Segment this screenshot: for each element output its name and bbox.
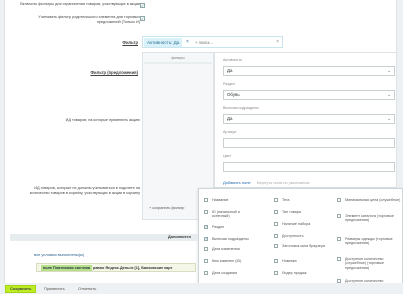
chooser-checkbox[interactable] bbox=[204, 259, 208, 263]
apply-button[interactable]: Применить bbox=[44, 285, 65, 293]
chooser-item[interactable]: Элемент каталога (торговые предложения) bbox=[345, 214, 401, 223]
cancel-button[interactable]: Отменить bbox=[78, 285, 96, 293]
chooser-item[interactable]: Дата создания bbox=[212, 271, 258, 275]
chooser-item[interactable]: Доступное количество (служебное) (торгов… bbox=[345, 257, 401, 270]
enable-filters-label: Включить фильтры для ограничения товаров… bbox=[20, 2, 140, 6]
chooser-checkbox[interactable] bbox=[337, 198, 341, 202]
chooser-item[interactable]: Наличие набора bbox=[282, 222, 328, 226]
chooser-checkbox[interactable] bbox=[337, 214, 341, 218]
filter-tag-close-icon[interactable]: × bbox=[186, 37, 189, 47]
chooser-checkbox[interactable] bbox=[274, 222, 278, 226]
field-label-subsections: Включая подразделы bbox=[223, 106, 259, 110]
chooser-checkbox[interactable] bbox=[274, 244, 278, 248]
filter-label: Фильтр bbox=[122, 40, 138, 45]
chooser-checkbox[interactable] bbox=[274, 271, 278, 275]
filter-tag-text: Активность: Да bbox=[147, 40, 180, 45]
chooser-checkbox[interactable] bbox=[337, 237, 341, 241]
condition-field-tag: поле Платежная система bbox=[41, 265, 92, 271]
chooser-checkbox[interactable] bbox=[204, 247, 208, 251]
chevron-down-icon: ⌄ bbox=[387, 92, 391, 97]
chooser-item[interactable]: Дата изменения bbox=[212, 247, 258, 251]
product-ids-label: ИД товаров, на которые применить акцию bbox=[65, 118, 140, 122]
field-value-subsections: Да bbox=[227, 116, 233, 121]
field-select-section[interactable]: Обувь ⌄ bbox=[223, 90, 395, 100]
offers-filter-label: Фильтр (предложения) bbox=[90, 70, 138, 75]
chooser-checkbox[interactable] bbox=[274, 198, 278, 202]
chooser-checkbox[interactable] bbox=[274, 259, 278, 263]
field-select-subsections[interactable]: Да ⌄ bbox=[223, 114, 395, 124]
chooser-checkbox[interactable] bbox=[274, 210, 278, 214]
chooser-item[interactable]: Лидер продаж bbox=[282, 271, 328, 275]
chooser-item[interactable]: Тега bbox=[282, 198, 328, 202]
chooser-item[interactable]: Тип товара bbox=[282, 210, 328, 214]
field-input-color[interactable] bbox=[223, 162, 395, 172]
field-select-active[interactable]: Да ⌄ bbox=[223, 66, 395, 76]
chooser-checkbox[interactable] bbox=[204, 198, 208, 202]
parent-filter-checkbox[interactable]: ✓ bbox=[140, 16, 145, 21]
chooser-checkbox[interactable] bbox=[337, 257, 341, 261]
chooser-item[interactable]: Раздел bbox=[212, 225, 258, 229]
all-conditions-link[interactable]: все условия выполнены(ы) bbox=[34, 252, 84, 257]
chooser-checkbox[interactable]: ✓ bbox=[204, 225, 208, 229]
field-label-active: Активность bbox=[223, 58, 242, 62]
parent-filter-label: Учитывать фильтр родительского элемента … bbox=[38, 15, 140, 24]
condition-row[interactable]: поле Платежная система равно Яндекс.День… bbox=[36, 263, 196, 272]
chooser-item[interactable]: Заголовок окна браузера bbox=[282, 244, 328, 248]
filter-input-box[interactable]: Активность: Да × × bbox=[142, 36, 283, 48]
chooser-item[interactable]: Новинка bbox=[282, 259, 328, 263]
filter-clear-icon[interactable]: × bbox=[276, 37, 279, 47]
section-title: Дополнител bbox=[168, 235, 192, 239]
reset-fields-link[interactable]: Вернуть поля по умолчанию bbox=[257, 180, 310, 185]
field-label-color: Цвет bbox=[223, 154, 232, 158]
chooser-item[interactable]: Минимальная цена (служебное) bbox=[345, 198, 401, 202]
chooser-item[interactable]: Размеры одежды (торговые предложения) bbox=[345, 237, 401, 246]
save-filter-button[interactable]: + сохранить фильтр bbox=[149, 206, 184, 210]
field-label-section: Раздел bbox=[223, 82, 235, 86]
chooser-checkbox[interactable] bbox=[274, 234, 278, 238]
chevron-down-icon: ⌄ bbox=[387, 68, 391, 73]
add-field-link[interactable]: Добавить поле bbox=[223, 180, 251, 185]
enable-filters-checkbox[interactable]: ✓ bbox=[140, 3, 145, 8]
chooser-item[interactable]: ID (начальный и конечный) bbox=[212, 210, 256, 219]
field-value-active: Да bbox=[227, 68, 233, 73]
save-button[interactable]: Сохранить bbox=[5, 285, 37, 293]
saved-filters-title: фильтры bbox=[171, 56, 185, 60]
saved-filters-divider bbox=[144, 62, 212, 64]
filter-fields-panel: Активность Да ⌄ Раздел Обувь ⌄ Включая под… bbox=[214, 52, 397, 188]
chooser-item[interactable]: Кем изменен (ID) bbox=[212, 259, 258, 263]
field-label-article: Артикул bbox=[223, 130, 237, 134]
chevron-down-icon: ⌄ bbox=[387, 116, 391, 121]
field-value-section: Обувь bbox=[227, 92, 240, 97]
filter-tag-active[interactable]: Активность: Да bbox=[144, 38, 183, 47]
chooser-item[interactable]: Название bbox=[212, 198, 258, 202]
chooser-checkbox[interactable] bbox=[204, 271, 208, 275]
field-chooser-popup: Название ID (начальный и конечный) ✓ Раз… bbox=[198, 188, 403, 294]
chooser-checkbox[interactable]: ✓ bbox=[204, 237, 208, 241]
filter-search-input[interactable] bbox=[195, 37, 255, 47]
chooser-item[interactable]: Включая подразделы bbox=[212, 237, 258, 241]
condition-value-text: равно Яндекс.Деньги [1], Банковские карт bbox=[93, 266, 173, 270]
chooser-checkbox[interactable] bbox=[204, 210, 208, 214]
field-input-article[interactable] bbox=[223, 138, 395, 148]
chooser-item[interactable]: Доступность bbox=[282, 234, 328, 238]
exclude-ids-label: ИД товаров, которые не должны учитыватьс… bbox=[29, 186, 140, 195]
